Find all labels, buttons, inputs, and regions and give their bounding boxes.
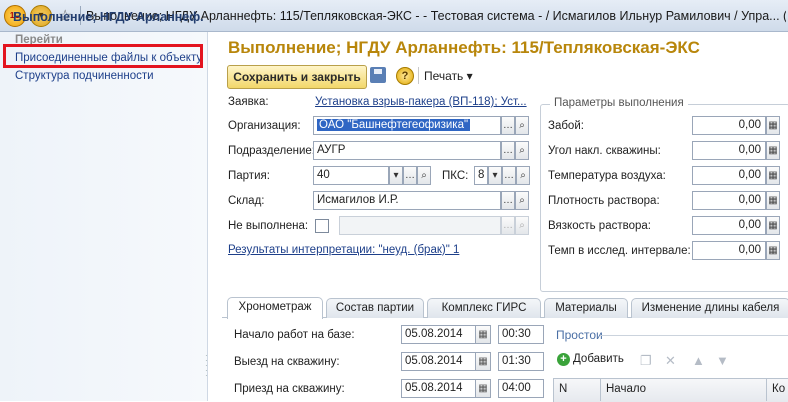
pks-field[interactable]: 8: [474, 166, 488, 185]
help-icon[interactable]: ?: [396, 67, 414, 85]
nav-link-subordination-structure[interactable]: Структура подчиненности: [15, 70, 154, 82]
print-menu-button[interactable]: Печать ▾: [424, 69, 473, 83]
store-field[interactable]: Исмагилов И.Р.: [313, 191, 501, 210]
param-field-bottomhole[interactable]: 0,00: [692, 116, 766, 135]
param-label-viscosity: Вязкость раствора:: [548, 220, 651, 232]
move-up-icon[interactable]: ▲: [692, 353, 705, 368]
not-done-checkbox[interactable]: [315, 219, 329, 233]
tab-materials[interactable]: Материалы: [544, 298, 628, 318]
party-label: Партия:: [228, 170, 270, 182]
calculator-icon[interactable]: ▦: [766, 141, 780, 160]
department-label: Подразделение:: [228, 145, 315, 157]
organization-label: Организация:: [228, 120, 301, 132]
calculator-icon[interactable]: ▦: [766, 191, 780, 210]
timing-time-departure[interactable]: 01:30: [498, 352, 544, 371]
pks-label: ПКС:: [442, 170, 469, 182]
column-header-start[interactable]: Начало: [606, 383, 646, 395]
party-select-button[interactable]: …: [403, 166, 417, 185]
not-done-label: Не выполнена:: [228, 220, 309, 232]
request-label: Заявка:: [228, 96, 269, 108]
downtime-section-title: Простои: [556, 328, 603, 342]
add-plus-icon: +: [557, 353, 570, 366]
column-divider: [600, 378, 601, 401]
highlight-annotation-box: [3, 44, 203, 68]
timing-date-start[interactable]: 05.08.2014: [401, 325, 479, 344]
party-field[interactable]: 40: [313, 166, 389, 185]
timing-time-arrival[interactable]: 04:00: [498, 379, 544, 398]
department-field[interactable]: АУГР: [313, 141, 501, 160]
not-done-reason-search-icon[interactable]: ⌕: [515, 216, 529, 235]
param-label-air-temp: Температура воздуха:: [548, 170, 666, 182]
add-downtime-button[interactable]: + Добавить: [557, 353, 624, 366]
panel-splitter-handle[interactable]: · · · · ·: [205, 352, 209, 383]
calendar-icon[interactable]: ▦: [475, 352, 491, 371]
param-label-bottomhole: Забой:: [548, 120, 584, 132]
column-divider: [766, 378, 767, 401]
party-dropdown-button[interactable]: ▾: [389, 166, 403, 185]
save-and-close-button[interactable]: Сохранить и закрыть: [227, 65, 367, 89]
add-button-label: Добавить: [573, 353, 624, 365]
organization-field[interactable]: ОАО "Башнефтегеофизика": [313, 116, 501, 135]
param-field-interval-temp[interactable]: 0,00: [692, 241, 766, 260]
timing-date-arrival[interactable]: 05.08.2014: [401, 379, 479, 398]
timing-label-start: Начало работ на базе:: [234, 329, 355, 341]
department-select-button[interactable]: …: [501, 141, 515, 160]
params-group-title: Параметры выполнения: [550, 97, 688, 109]
organization-select-button[interactable]: …: [501, 116, 515, 135]
department-search-icon[interactable]: ⌕: [515, 141, 529, 160]
store-label: Склад:: [228, 195, 265, 207]
pks-select-button[interactable]: …: [502, 166, 516, 185]
party-search-icon[interactable]: ⌕: [417, 166, 431, 185]
calculator-icon[interactable]: ▦: [766, 116, 780, 135]
interpretation-results-link[interactable]: Результаты интерпретации: "неуд. (брак)"…: [228, 244, 459, 256]
store-search-icon[interactable]: ⌕: [515, 191, 529, 210]
timing-time-start[interactable]: 00:30: [498, 325, 544, 344]
tab-girs-complex[interactable]: Комплекс ГИРС: [427, 298, 541, 318]
form-title: Выполнение; НГДУ Арланнефть: 115/Тепляко…: [228, 38, 700, 57]
param-label-interval-temp: Темп в исслед. интервале:: [548, 245, 691, 257]
toolbar-separator: [418, 67, 419, 84]
copy-icon[interactable]: ❐: [640, 353, 652, 369]
calculator-icon[interactable]: ▦: [766, 241, 780, 260]
save-disk-icon[interactable]: [370, 67, 386, 83]
calendar-icon[interactable]: ▦: [475, 379, 491, 398]
param-label-inclination: Угол накл. скважины:: [548, 145, 661, 157]
tab-party-composition[interactable]: Состав партии: [326, 298, 424, 318]
store-select-button[interactable]: …: [501, 191, 515, 210]
calculator-icon[interactable]: ▦: [766, 216, 780, 235]
param-field-inclination[interactable]: 0,00: [692, 141, 766, 160]
calendar-icon[interactable]: ▦: [475, 325, 491, 344]
not-done-reason-field[interactable]: [339, 216, 501, 235]
pks-search-icon[interactable]: ⌕: [516, 166, 530, 185]
downtime-title-line: [600, 335, 788, 336]
move-down-icon[interactable]: ▼: [716, 353, 729, 368]
column-header-number[interactable]: N: [559, 383, 567, 395]
calculator-icon[interactable]: ▦: [766, 166, 780, 185]
param-label-density: Плотность раствора:: [548, 195, 660, 207]
column-header-end[interactable]: Ко: [772, 383, 785, 395]
timing-label-arrival: Приезд на скважину:: [234, 383, 345, 395]
organization-value: ОАО "Башнефтегеофизика": [317, 119, 471, 131]
timing-label-departure: Выезд на скважину:: [234, 356, 340, 368]
pks-dropdown-button[interactable]: ▾: [488, 166, 502, 185]
param-field-air-temp[interactable]: 0,00: [692, 166, 766, 185]
delete-icon[interactable]: ✕: [665, 353, 676, 369]
request-link[interactable]: Установка взрыв-пакера (ВП-118); Уст...: [315, 96, 530, 108]
organization-search-icon[interactable]: ⌕: [515, 116, 529, 135]
not-done-reason-select-button[interactable]: …: [501, 216, 515, 235]
navigation-panel: [0, 32, 208, 401]
param-field-density[interactable]: 0,00: [692, 191, 766, 210]
timing-date-departure[interactable]: 05.08.2014: [401, 352, 479, 371]
param-field-viscosity[interactable]: 0,00: [692, 216, 766, 235]
tab-timing[interactable]: Хронометраж: [227, 297, 323, 319]
nav-panel-title: Выполнение; НГДУ Арланнеф...: [13, 10, 203, 24]
downtime-table-header: [553, 378, 788, 402]
tab-cable-length-change[interactable]: Изменение длины кабеля: [631, 298, 788, 318]
